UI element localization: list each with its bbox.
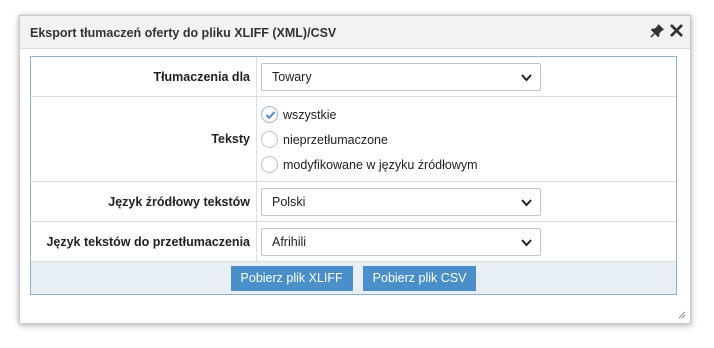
target-language-select[interactable]: Afrihili (261, 227, 541, 256)
radio-unchecked-icon[interactable] (261, 156, 278, 173)
form-footer: Pobierz plik XLIFF Pobierz plik CSV (31, 262, 676, 294)
texts-radio-group: wszystkie nieprzetłumaczone modyfikowane… (261, 101, 478, 177)
export-form: Tłumaczenia dla Towary Teksty wszystkie (30, 56, 677, 295)
titlebar-icons (650, 23, 684, 38)
dialog-titlebar[interactable]: Eksport tłumaczeń oferty do pliku XLIFF … (20, 16, 690, 49)
translations-for-value: Towary (272, 69, 312, 84)
translations-for-select[interactable]: Towary (261, 62, 541, 91)
chevron-down-icon (521, 73, 532, 81)
radio-unchecked-icon[interactable] (261, 131, 278, 148)
texts-label: Teksty (31, 97, 257, 181)
radio-all[interactable]: wszystkie (261, 102, 478, 127)
radio-untranslated[interactable]: nieprzetłumaczone (261, 127, 478, 152)
radio-all-label: wszystkie (283, 107, 337, 122)
radio-checked-icon[interactable] (261, 106, 278, 123)
row-source-language: Język źródłowy tekstów Polski (31, 182, 676, 222)
chevron-down-icon (521, 198, 532, 206)
pin-icon[interactable] (650, 23, 665, 38)
close-icon[interactable] (669, 23, 684, 38)
row-texts: Teksty wszystkie nieprzetłumaczone modyf… (31, 97, 676, 182)
download-xliff-button[interactable]: Pobierz plik XLIFF (230, 265, 353, 291)
export-dialog: Eksport tłumaczeń oferty do pliku XLIFF … (19, 15, 691, 324)
radio-untranslated-label: nieprzetłumaczone (283, 132, 388, 147)
radio-modified-source-label: modyfikowane w języku źródłowym (283, 157, 478, 172)
translations-for-label: Tłumaczenia dla (31, 57, 257, 96)
radio-modified-source[interactable]: modyfikowane w języku źródłowym (261, 152, 478, 177)
source-language-value: Polski (272, 194, 306, 209)
row-translations-for: Tłumaczenia dla Towary (31, 57, 676, 97)
download-csv-button[interactable]: Pobierz plik CSV (362, 265, 477, 291)
row-target-language: Język tekstów do przetłumaczenia Afrihil… (31, 222, 676, 262)
resize-handle-icon[interactable] (678, 311, 686, 319)
source-language-label: Język źródłowy tekstów (31, 182, 257, 221)
target-language-value: Afrihili (272, 234, 307, 249)
source-language-select[interactable]: Polski (261, 187, 541, 216)
target-language-label: Język tekstów do przetłumaczenia (31, 222, 257, 261)
chevron-down-icon (521, 238, 532, 246)
dialog-title: Eksport tłumaczeń oferty do pliku XLIFF … (30, 26, 337, 40)
